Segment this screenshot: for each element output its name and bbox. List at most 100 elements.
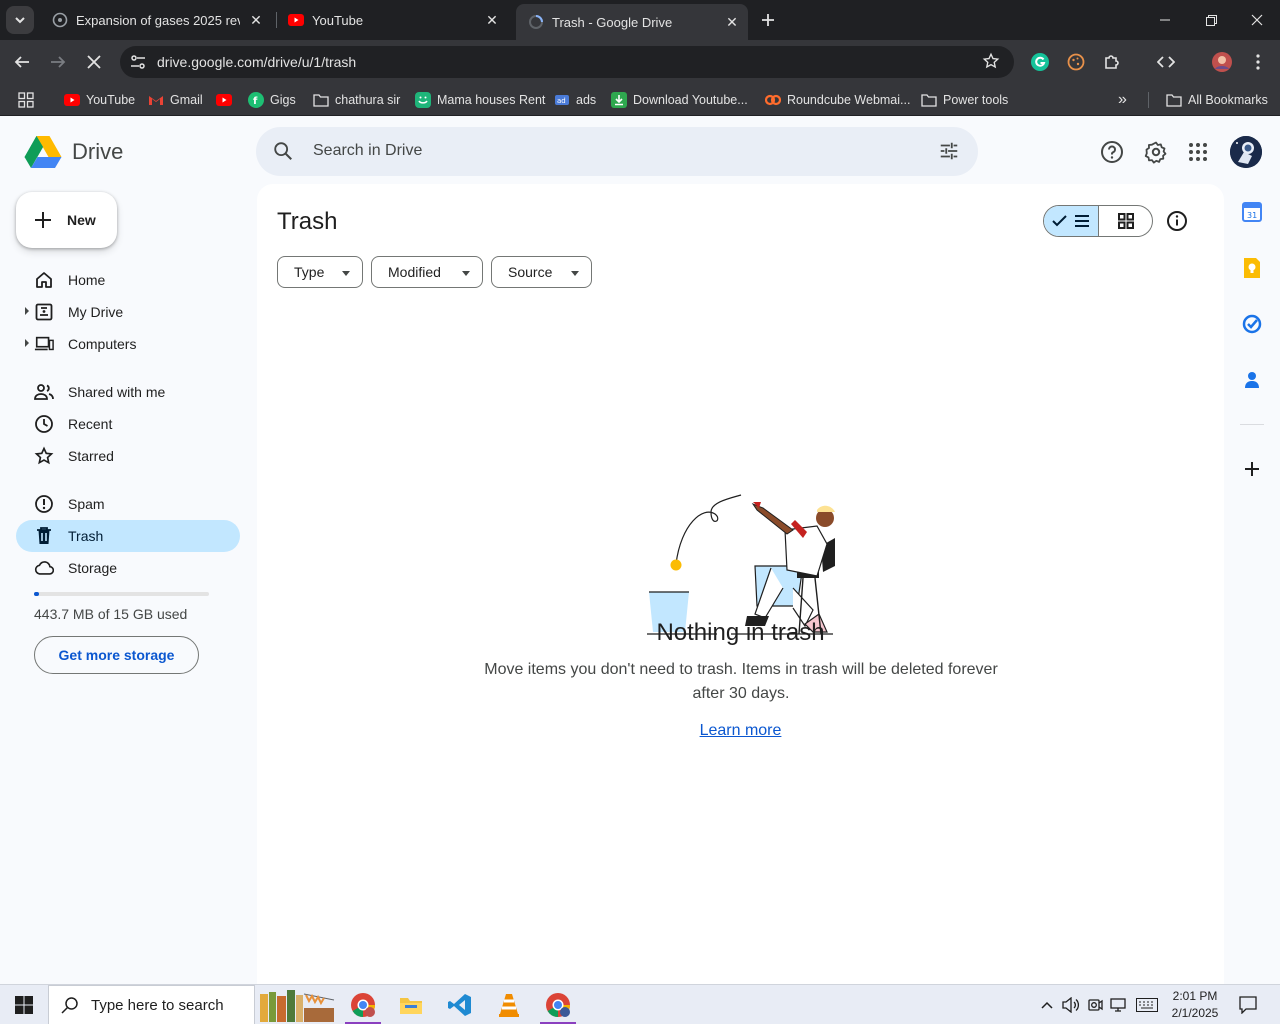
tab-search-button[interactable] [6,6,34,34]
new-button[interactable]: New [16,192,117,248]
bookmark-label: YouTube [86,93,136,107]
back-button[interactable] [8,48,36,76]
google-apps-icon[interactable] [1186,140,1210,164]
keep-app-button[interactable] [1241,257,1263,279]
clock-time: 2:01 PM [1172,989,1218,1003]
taskbar-widget-books[interactable] [255,985,337,1024]
nav-storage[interactable]: Storage [16,552,240,584]
close-tab-icon[interactable]: ✕ [722,12,742,32]
notifications-button[interactable] [1232,985,1264,1024]
search-input[interactable]: Search in Drive [313,142,422,160]
info-icon[interactable] [1165,209,1189,233]
bookmark-youtube-2[interactable] [216,90,238,110]
grid-icon [1118,213,1134,229]
nav-label: Spam [68,496,105,512]
svg-text:f: f [253,96,258,107]
start-button[interactable] [0,985,48,1024]
taskbar-file-explorer[interactable] [387,985,435,1024]
cloud-icon [34,558,54,578]
profile-button[interactable] [1208,48,1236,76]
site-settings-icon[interactable] [126,50,150,74]
bookmarks-overflow-button[interactable]: » [1118,90,1127,110]
tab-title: Trash - Google Drive [552,14,673,30]
taskbar-clock[interactable]: 2:01 PM 2/1/2025 [1160,988,1230,1022]
nav-home[interactable]: Home [16,264,240,296]
expand-arrow-icon[interactable] [25,307,29,315]
taskbar-vlc[interactable] [485,985,533,1024]
cookie-extension-button[interactable] [1062,48,1090,76]
bookmark-mama-houses-rent[interactable]: Mama houses Rent [415,90,545,110]
contacts-app-button[interactable] [1241,369,1263,391]
drive-logo[interactable]: Drive [24,135,123,169]
all-bookmarks-button[interactable]: All Bookmarks [1166,90,1268,110]
devtools-extension-button[interactable] [1152,48,1180,76]
forward-button[interactable] [44,48,72,76]
bookmark-ads[interactable]: ad ads [554,90,596,110]
trash-icon [34,526,54,546]
get-more-storage-button[interactable]: Get more storage [34,636,199,674]
nav-my-drive[interactable]: My Drive [16,296,240,328]
bookmark-gmail[interactable]: Gmail [148,90,203,110]
nav-spam[interactable]: Spam [16,488,240,520]
help-icon[interactable] [1100,140,1124,164]
search-options-icon[interactable] [938,140,960,162]
bookmark-power-tools[interactable]: Power tools [921,90,1008,110]
learn-more-link[interactable]: Learn more [257,722,1224,740]
calendar-app-button[interactable]: 31 [1241,201,1263,223]
taskbar-chrome-1[interactable] [339,985,387,1024]
bookmark-star-icon[interactable] [982,52,1002,72]
list-view-button[interactable] [1044,206,1099,236]
nav-computers[interactable]: Computers [16,328,240,360]
camera-icon [1088,999,1103,1011]
extensions-button[interactable] [1098,48,1126,76]
taskbar-search-box[interactable]: Type here to search [48,985,255,1024]
close-tab-icon[interactable]: ✕ [482,10,502,30]
keyboard-input-button[interactable] [1134,985,1160,1024]
meet-now-button[interactable] [1084,985,1106,1024]
restore-button[interactable] [1188,0,1234,40]
apps-shortcut[interactable] [18,90,40,110]
bookmark-youtube[interactable]: YouTube [64,90,135,110]
chevron-down-icon [15,17,25,24]
bookmark-download-youtube[interactable]: Download Youtube... [611,90,748,110]
nav-shared-with-me[interactable]: Shared with me [16,376,240,408]
tab-youtube[interactable]: YouTube ✕ [276,4,508,36]
close-window-button[interactable] [1234,0,1280,40]
nav-label: My Drive [68,304,124,320]
close-tab-icon[interactable]: ✕ [246,10,266,30]
search-icon[interactable] [272,140,294,162]
filter-type-chip[interactable]: Type [277,256,363,288]
tab-expansion-of-gases[interactable]: Expansion of gases 2025 revisio ✕ [40,4,272,36]
bookmark-roundcube[interactable]: Roundcube Webmai... [765,90,910,110]
grammarly-icon [1031,53,1049,71]
google-contacts-icon [1245,372,1259,388]
storage-usage-text: 443.7 MB of 15 GB used [34,606,188,622]
bookmark-chathura-sir[interactable]: chathura sir [313,90,400,110]
nav-starred[interactable]: Starred [16,440,240,472]
show-hidden-icons-button[interactable] [1036,985,1058,1024]
nav-recent[interactable]: Recent [16,408,240,440]
new-tab-button[interactable] [756,8,780,32]
grid-view-button[interactable] [1099,206,1152,236]
nav-trash[interactable]: Trash [16,520,240,552]
chrome-menu-button[interactable] [1244,48,1272,76]
plus-icon [762,14,774,26]
url-text: drive.google.com/drive/u/1/trash [157,54,357,70]
tasks-app-button[interactable] [1241,313,1263,335]
minimize-button[interactable] [1142,0,1188,40]
tab-trash-google-drive[interactable]: Trash - Google Drive ✕ [516,4,748,40]
drive-search-bar[interactable]: Search in Drive [256,127,978,176]
network-button[interactable] [1108,985,1130,1024]
filter-source-chip[interactable]: Source [491,256,592,288]
get-addons-button[interactable] [1241,458,1263,480]
stop-loading-button[interactable] [80,48,108,76]
taskbar-chrome-2[interactable] [534,985,582,1024]
bookmark-gigs[interactable]: f Gigs [248,90,296,110]
grammarly-extension-button[interactable] [1026,48,1054,76]
address-bar[interactable]: drive.google.com/drive/u/1/trash [120,46,1014,78]
taskbar-vscode[interactable] [436,985,484,1024]
filter-modified-chip[interactable]: Modified [371,256,483,288]
settings-gear-icon[interactable] [1144,140,1168,164]
expand-arrow-icon[interactable] [25,339,29,347]
volume-button[interactable] [1060,985,1082,1024]
